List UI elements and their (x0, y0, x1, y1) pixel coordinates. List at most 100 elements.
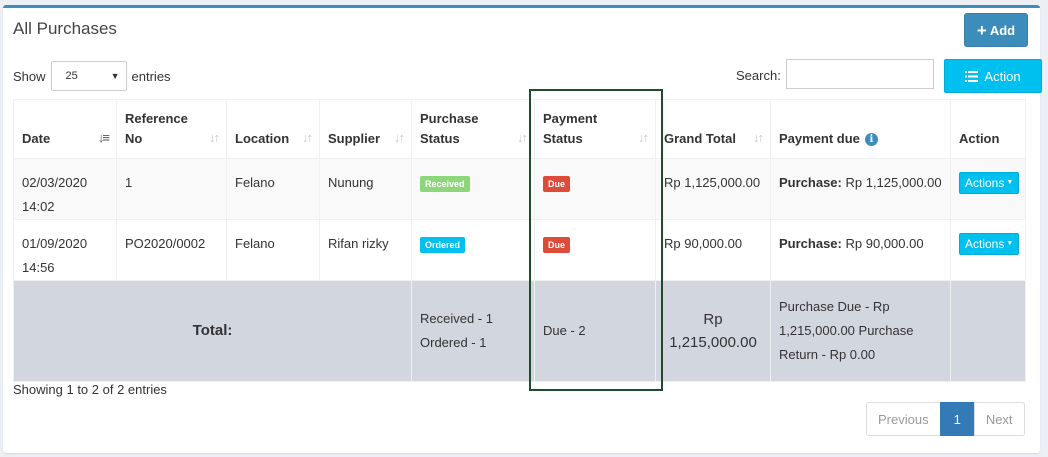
footer-payment-due: Purchase Due - Rp 1,215,000.00 Purchase … (770, 280, 951, 382)
column-header-grand-total[interactable]: Grand Total ↓↑ (655, 99, 771, 159)
header-label: Supplier (328, 131, 381, 146)
entries-label: entries (131, 68, 171, 84)
payment-due-label: Purchase: (779, 175, 842, 190)
purchases-table: Date ↓≡ Reference No ↓↑ Location ↓↑ Supp… (13, 99, 1026, 382)
footer-action (950, 280, 1026, 382)
cell-location: Felano (226, 158, 320, 220)
column-header-location[interactable]: Location ↓↑ (226, 99, 320, 159)
column-header-action: Action (950, 99, 1026, 159)
cell-grand-total: Rp 1,125,000.00 (655, 158, 771, 220)
table-row[interactable]: 02/03/2020 14:02 1 Felano Nunung Receive… (13, 158, 1026, 220)
add-button-label: Add (989, 22, 1016, 38)
table-header-row: Date ↓≡ Reference No ↓↑ Location ↓↑ Supp… (13, 99, 1026, 159)
column-header-reference[interactable]: Reference No ↓↑ (116, 99, 227, 159)
caret-down-icon: ▼ (1006, 179, 1014, 186)
actions-dropdown-button[interactable]: Actions ▼ (959, 172, 1020, 194)
previous-page-button[interactable]: Previous (866, 402, 941, 436)
cell-reference: 1 (116, 158, 227, 220)
header-label: Payment due (779, 131, 860, 146)
chevron-down-icon: ▼ (110, 71, 120, 81)
footer-grand-total: Rp 1,215,000.00 (655, 280, 771, 382)
action-button[interactable]: Action (944, 59, 1042, 93)
status-badge[interactable]: Due (543, 236, 571, 253)
footer-received: Received - 1 (420, 311, 493, 326)
cell-payment-status: Due (534, 219, 656, 281)
cell-location: Felano (226, 219, 320, 281)
actions-dropdown-button[interactable]: Actions ▼ (959, 233, 1020, 255)
footer-total-label: Total: (13, 280, 412, 382)
cell-payment-status: Due (534, 158, 656, 220)
cell-date: 01/09/2020 14:56 (13, 219, 117, 281)
header-label: Action (959, 131, 1000, 146)
plus-icon: + (976, 20, 987, 40)
cell-payment-due: Purchase: Rp 90,000.00 (770, 219, 951, 281)
footer-purchase-status: Received - 1 Ordered - 1 (411, 280, 535, 382)
footer-ordered: Ordered - 1 (420, 335, 487, 350)
page-1-button[interactable]: 1 (939, 402, 975, 436)
cell-reference: PO2020/0002 (116, 219, 227, 281)
sort-icon: ↓↑ (394, 130, 405, 145)
info-icon[interactable]: i (864, 133, 878, 147)
column-header-supplier[interactable]: Supplier ↓↑ (319, 99, 412, 159)
cell-supplier: Nunung (319, 158, 412, 220)
sort-icon: ↓↑ (209, 130, 220, 145)
column-header-purchase-status[interactable]: Purchase Status ↓↑ (411, 99, 535, 159)
sort-icon: ↓↑ (638, 130, 649, 145)
table-row[interactable]: 01/09/2020 14:56 PO2020/0002 Felano Rifa… (13, 219, 1026, 281)
footer-purchase-due-2: 1,215,000.00 (779, 323, 855, 338)
caret-down-icon: ▼ (1006, 240, 1014, 247)
column-header-payment-due: Payment due i (770, 99, 951, 159)
time-text: 14:02 (22, 199, 55, 214)
cell-payment-due: Purchase: Rp 1,125,000.00 (770, 158, 951, 220)
actions-label: Actions (965, 176, 1005, 190)
status-badge: Received (420, 175, 470, 192)
header-label: Grand Total (664, 131, 736, 146)
header-label: Purchase (420, 111, 479, 126)
entries-select[interactable]: 25 ▼ (50, 61, 127, 91)
header-label: Status (420, 131, 460, 146)
header-label: No (125, 131, 143, 146)
payment-due-value: Rp 1,125,000.00 (841, 175, 942, 190)
cell-purchase-status: Received (411, 158, 535, 220)
date-text: 02/03/2020 (22, 175, 88, 190)
date-text: 01/09/2020 (22, 236, 88, 251)
sort-desc-icon: ↓≡ (97, 130, 110, 145)
header-label: Location (235, 131, 290, 146)
header-label: Date (22, 131, 51, 146)
time-text: 14:56 (22, 260, 55, 275)
payment-due-label: Purchase: (779, 236, 842, 251)
search-input[interactable] (786, 59, 934, 89)
header-label: Reference (125, 111, 188, 126)
box-title: All Purchases (13, 19, 117, 38)
show-label: Show (13, 68, 46, 84)
header-label: Payment (543, 111, 598, 126)
pagination: Previous 1 Next (866, 402, 1025, 436)
cell-supplier: Rifan rizky (319, 219, 412, 281)
action-button-label: Action (984, 68, 1021, 84)
column-header-payment-status[interactable]: Payment Status ↓↑ (534, 99, 656, 159)
table-footer-row: Total: Received - 1 Ordered - 1 Due - 2 … (13, 280, 1026, 382)
footer-payment-status: Due - 2 (534, 280, 656, 382)
cell-action: Actions ▼ (950, 219, 1026, 281)
header-label-wrap: Payment due i (779, 109, 942, 149)
cell-action: Actions ▼ (950, 158, 1026, 220)
purchases-box: All Purchases + Add Show 25 ▼ entries Se… (3, 5, 1042, 453)
next-page-button[interactable]: Next (973, 402, 1025, 436)
payment-due-value: Rp 90,000.00 (841, 236, 924, 251)
actions-label: Actions (965, 237, 1005, 251)
add-button[interactable]: + Add (964, 13, 1028, 47)
show-entries: Show 25 ▼ entries (13, 61, 171, 91)
sort-icon: ↓↑ (753, 130, 764, 145)
cell-purchase-status: Ordered (411, 219, 535, 281)
header-label: Status (543, 131, 583, 146)
list-icon (965, 70, 979, 82)
sort-icon: ↓↑ (302, 130, 313, 145)
search-label: Search: (736, 68, 781, 83)
footer-purchase-due-1: Purchase Due - Rp (779, 299, 890, 314)
status-badge[interactable]: Due (543, 175, 571, 192)
sort-icon: ↓↑ (517, 130, 528, 145)
footer-grand-total-value: 1,215,000.00 (669, 334, 757, 351)
showing-entries-text: Showing 1 to 2 of 2 entries (13, 382, 167, 397)
column-header-date[interactable]: Date ↓≡ (13, 99, 117, 159)
footer-grand-total-currency: Rp (703, 311, 723, 328)
